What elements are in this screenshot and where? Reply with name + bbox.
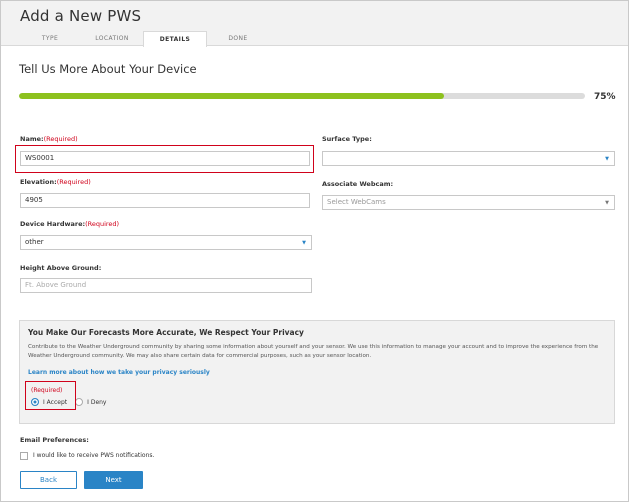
height-above-ground-input[interactable]	[25, 281, 297, 289]
accept-highlight-box	[25, 381, 76, 410]
associate-webcam-label: Associate Webcam:	[322, 180, 394, 188]
privacy-body: Contribute to the Weather Underground co…	[28, 344, 599, 359]
progress-label: 75%	[594, 92, 616, 102]
associate-webcam-select[interactable]: Select WebCams ▼	[322, 195, 615, 210]
pws-notifications-label: I would like to receive PWS notification…	[33, 452, 155, 459]
name-label: Name:(Required)	[20, 135, 78, 143]
next-button[interactable]: Next	[84, 471, 143, 489]
device-hardware-select[interactable]: other ▼	[20, 235, 312, 250]
email-preferences-label: Email Preferences:	[20, 436, 89, 444]
privacy-learn-more-link[interactable]: Learn more about how we take your privac…	[28, 369, 210, 376]
privacy-title: You Make Our Forecasts More Accurate, We…	[28, 328, 304, 337]
name-input[interactable]	[25, 154, 295, 162]
deny-label: I Deny	[87, 398, 107, 406]
surface-type-select[interactable]: ▼	[322, 151, 615, 166]
device-hardware-label: Device Hardware:(Required)	[20, 220, 120, 228]
surface-type-label: Surface Type:	[322, 135, 372, 143]
back-button[interactable]: Back	[20, 471, 77, 489]
section-title: Tell Us More About Your Device	[19, 62, 197, 76]
elevation-label: Elevation:(Required)	[20, 178, 91, 186]
page-header: Add a New PWS TYPE LOCATION DETAILS DONE	[1, 1, 628, 47]
chevron-down-icon: ▼	[302, 240, 306, 246]
page-title: Add a New PWS	[20, 7, 142, 25]
privacy-panel: You Make Our Forecasts More Accurate, We…	[19, 320, 615, 424]
progress-bar	[19, 93, 585, 99]
name-field[interactable]	[20, 151, 310, 166]
chevron-down-icon: ▼	[605, 156, 609, 162]
tab-details[interactable]: DETAILS	[143, 31, 207, 47]
select-toggle-icon: ▼	[605, 200, 609, 206]
required-text: (Required)	[43, 135, 78, 143]
elevation-field[interactable]	[20, 193, 310, 208]
height-above-ground-field[interactable]	[20, 278, 312, 293]
height-above-ground-label: Height Above Ground:	[20, 264, 102, 272]
tab-location[interactable]: LOCATION	[81, 31, 143, 46]
progress-fill	[19, 93, 444, 99]
tab-done[interactable]: DONE	[207, 31, 269, 46]
tab-type[interactable]: TYPE	[19, 31, 81, 46]
required-text: (Required)	[56, 178, 91, 186]
required-text: (Required)	[85, 220, 120, 228]
pws-notifications-checkbox[interactable]	[20, 452, 28, 460]
deny-radio[interactable]	[75, 398, 84, 406]
elevation-input[interactable]	[25, 196, 295, 204]
wizard-tabs: TYPE LOCATION DETAILS DONE	[19, 31, 269, 47]
